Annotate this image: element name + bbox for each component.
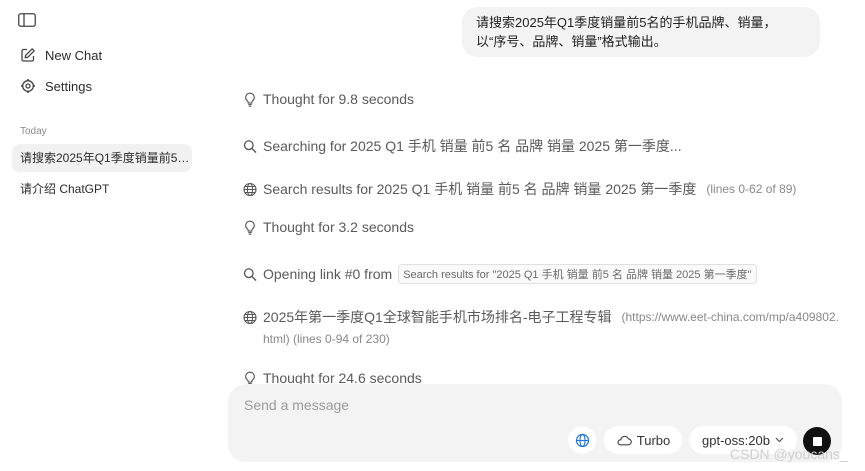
turbo-button[interactable]: Turbo bbox=[604, 426, 682, 454]
page-url[interactable]: (https://www.eet-china.com/mp/a409802. bbox=[621, 310, 838, 324]
search-icon bbox=[243, 267, 257, 281]
source-chip[interactable]: Search results for "2025 Q1 手机 销量 前5 名 品… bbox=[398, 264, 757, 284]
settings-label: Settings bbox=[45, 78, 92, 94]
lightbulb-icon bbox=[245, 92, 255, 107]
new-chat-icon bbox=[21, 48, 35, 62]
page-result-detail: html) (lines 0-94 of 230) bbox=[263, 332, 390, 346]
page-title: 2025年第一季度Q1全球智能手机市场排名-电子工程专辑 bbox=[263, 309, 612, 325]
page-url-cont: html) bbox=[263, 332, 290, 346]
thought-step[interactable]: Thought for 9.8 seconds bbox=[243, 91, 414, 107]
new-chat-button[interactable]: New Chat bbox=[20, 47, 102, 63]
web-search-toggle[interactable] bbox=[568, 426, 596, 454]
chat-history-item[interactable]: 请介绍 ChatGPT bbox=[12, 175, 192, 203]
page-result-step[interactable]: 2025年第一季度Q1全球智能手机市场排名-电子工程专辑 (https://ww… bbox=[243, 307, 839, 327]
search-icon bbox=[243, 139, 257, 153]
sidebar: New Chat Settings Today 请搜索2025年Q1季度销量前5… bbox=[0, 0, 205, 471]
globe-icon bbox=[575, 433, 589, 447]
turbo-label: Turbo bbox=[636, 432, 671, 448]
settings-button[interactable]: Settings bbox=[20, 78, 92, 94]
search-results-label: Search results for 2025 Q1 手机 销量 前5 名 品牌… bbox=[263, 181, 697, 197]
open-link-label: Opening link #0 from bbox=[263, 266, 393, 282]
chat-history-item[interactable]: 请搜索2025年Q1季度销量前5名的手机品牌、销量，以“序号、品牌、销量”格式输… bbox=[12, 144, 192, 172]
watermark: CSDN @youcans_ bbox=[730, 446, 848, 462]
search-label: Searching for 2025 Q1 手机 销量 前5 名 品牌 销量 2… bbox=[263, 138, 682, 154]
thought-label: Thought for 3.2 seconds bbox=[263, 219, 414, 235]
globe-icon bbox=[243, 182, 257, 196]
search-step[interactable]: Searching for 2025 Q1 手机 销量 前5 名 品牌 销量 2… bbox=[243, 136, 682, 156]
cloud-icon bbox=[617, 435, 632, 446]
user-message-bubble: 请搜索2025年Q1季度销量前5名的手机品牌、销量，以“序号、品牌、销量”格式输… bbox=[462, 7, 820, 57]
message-input[interactable] bbox=[242, 396, 646, 414]
search-results-step[interactable]: Search results for 2025 Q1 手机 销量 前5 名 品牌… bbox=[243, 179, 796, 199]
chevron-down-icon bbox=[775, 437, 784, 443]
lightbulb-icon bbox=[245, 220, 255, 235]
section-label-today: Today bbox=[20, 126, 47, 137]
results-lines: (lines 0-62 of 89) bbox=[706, 182, 797, 196]
sidebar-toggle-icon[interactable] bbox=[18, 13, 36, 27]
open-link-step[interactable]: Opening link #0 from Search results for … bbox=[243, 264, 757, 284]
thought-step[interactable]: Thought for 3.2 seconds bbox=[243, 219, 414, 235]
globe-icon bbox=[243, 310, 257, 324]
gear-icon bbox=[21, 79, 35, 93]
page-lines: (lines 0-94 of 230) bbox=[293, 332, 390, 346]
new-chat-label: New Chat bbox=[45, 47, 103, 63]
thought-label: Thought for 9.8 seconds bbox=[263, 91, 414, 107]
stop-icon bbox=[812, 436, 822, 446]
